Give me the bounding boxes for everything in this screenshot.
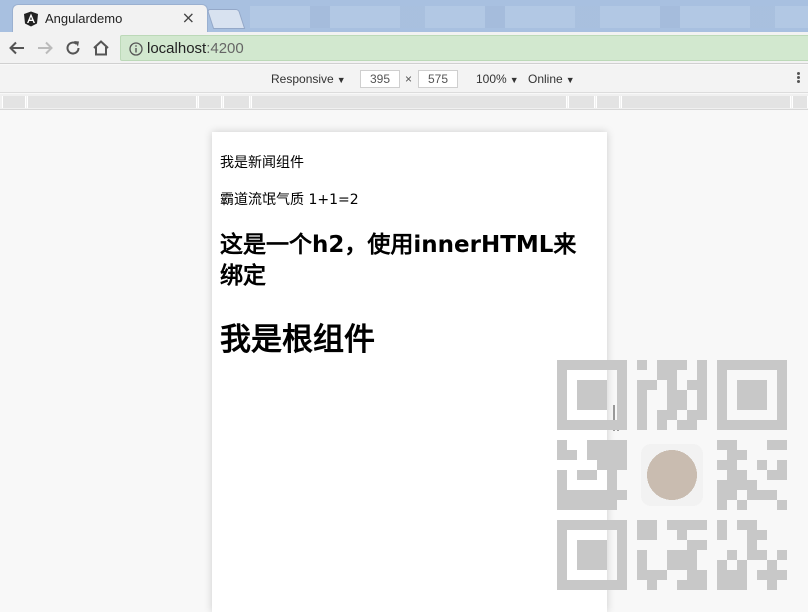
caret-down-icon: ▼ (565, 75, 575, 85)
device-viewport: 我是新闻组件 霸道流氓气质 1+1=2 这是一个h2，使用innerHTML来绑… (212, 132, 607, 612)
height-input[interactable]: 575 (418, 70, 458, 88)
tab-title: Angulardemo (45, 11, 123, 26)
media-query-segment[interactable] (2, 96, 26, 108)
media-query-segment[interactable] (596, 96, 620, 108)
new-tab-button[interactable] (206, 9, 246, 29)
zoom-select[interactable]: 100% ▼ (476, 72, 519, 86)
device-select[interactable]: Responsive ▼ (271, 72, 346, 86)
qr-code-image (557, 360, 787, 590)
forward-button[interactable] (34, 37, 56, 59)
angular-logo-icon (24, 11, 38, 27)
media-query-segment[interactable] (568, 96, 595, 108)
close-tab-icon[interactable]: × (182, 8, 195, 27)
back-button[interactable] (6, 37, 28, 59)
news-component-text: 我是新闻组件 (220, 155, 304, 171)
browser-toolbar: localhost:4200 (0, 32, 808, 64)
tab-strip: Angulardemo × (0, 0, 808, 32)
forward-arrow-icon (38, 41, 53, 55)
network-throttle-select[interactable]: Online ▼ (528, 72, 575, 86)
innerhtml-heading: 这是一个h2，使用innerHTML来绑定 (220, 232, 577, 289)
url-text: localhost:4200 (147, 40, 244, 57)
media-query-segment[interactable] (223, 96, 250, 108)
dimension-separator: × (405, 72, 413, 86)
media-query-bar (0, 94, 808, 110)
root-component-heading: 我是根组件 (220, 322, 375, 358)
width-input[interactable]: 395 (360, 70, 400, 88)
home-icon (93, 40, 109, 56)
tab-angulardemo[interactable]: Angulardemo × (12, 4, 208, 32)
home-button[interactable] (90, 37, 112, 59)
back-arrow-icon (9, 41, 24, 55)
address-bar[interactable]: localhost:4200 (120, 35, 808, 61)
reload-button[interactable] (62, 37, 84, 59)
media-query-segment[interactable] (27, 96, 197, 108)
tabstrip-background (250, 6, 808, 28)
info-icon[interactable] (129, 42, 143, 56)
bound-expression-text: 霸道流氓气质 1+1=2 (220, 192, 359, 208)
media-query-segment[interactable] (792, 96, 808, 108)
device-toolbar: Responsive ▼ 395 × 575 100% ▼ Online ▼ (0, 65, 808, 93)
media-query-segment[interactable] (621, 96, 791, 108)
media-query-segment[interactable] (198, 96, 222, 108)
more-options-icon[interactable] (795, 71, 801, 87)
media-query-segment[interactable] (251, 96, 567, 108)
reload-icon (66, 41, 80, 55)
caret-down-icon: ▼ (336, 75, 346, 85)
caret-down-icon: ▼ (509, 75, 519, 85)
